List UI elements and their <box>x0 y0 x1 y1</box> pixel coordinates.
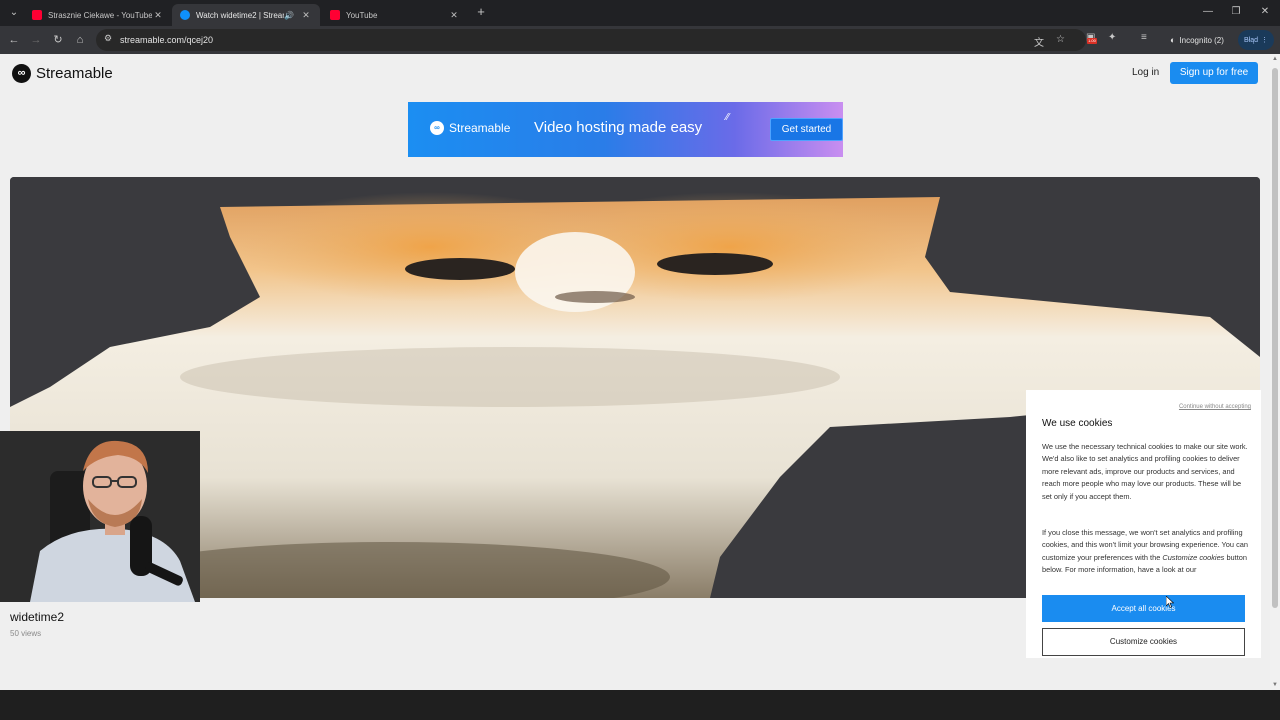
streamable-icon <box>180 10 190 20</box>
address-bar[interactable]: ⚙ streamable.com/qcej20 文 ☆ <box>96 29 1086 51</box>
bookmark-star-icon[interactable]: ☆ <box>1056 34 1065 45</box>
banner-logo: ∞ Streamable <box>430 121 510 135</box>
accept-all-cookies-button[interactable]: Accept all cookies <box>1042 595 1245 622</box>
close-icon[interactable]: ✕ <box>300 10 312 21</box>
ad-banner[interactable]: ∞ Streamable Video hosting made easy ⁄⁄ … <box>408 102 843 157</box>
taskbar-strip <box>0 690 1280 720</box>
tab-strip: ⌄ Strasznie Ciekawe - YouTube ✕ Watch wi… <box>0 0 1280 26</box>
home-icon[interactable]: ⌂ <box>72 32 88 48</box>
banner-logo-text: Streamable <box>449 121 511 135</box>
error-label: Błąd <box>1243 36 1258 44</box>
tab-youtube[interactable]: YouTube ✕ <box>322 4 468 26</box>
new-tab-button[interactable]: + <box>474 5 488 19</box>
tab-title: Strasznie Ciekawe - YouTube <box>48 10 152 20</box>
forward-icon[interactable]: → <box>28 32 44 48</box>
tab-watch-widetime2[interactable]: Watch widetime2 | Streamab 🔊 ✕ <box>172 4 320 26</box>
incognito-label: Incognito (2) <box>1179 35 1224 45</box>
minimize-icon[interactable]: — <box>1198 4 1218 20</box>
close-icon[interactable]: ✕ <box>448 10 460 21</box>
youtube-icon <box>32 10 42 20</box>
tab-strasznie-ciekawe[interactable]: Strasznie Ciekawe - YouTube ✕ <box>24 4 172 26</box>
more-vert-icon: ⋮ <box>1261 37 1268 44</box>
streamable-logo-icon: ∞ <box>430 121 444 135</box>
webpage: ∞ Streamable Log in Sign up for free ∞ S… <box>0 54 1270 690</box>
video-title: widetime2 <box>10 610 65 624</box>
mouse-cursor-icon <box>1166 596 1174 608</box>
logo-text: Streamable <box>36 65 113 82</box>
profile-error-button[interactable]: Błąd ⋮ <box>1238 30 1274 50</box>
scroll-up-icon[interactable]: ▲ <box>1270 54 1280 64</box>
extension-badge: 1.00 <box>1087 38 1097 44</box>
restore-icon[interactable]: ❐ <box>1226 4 1246 20</box>
continue-without-accepting-link[interactable]: Continue without accepting <box>1179 404 1251 410</box>
reload-icon[interactable]: ↻ <box>50 32 66 48</box>
extensions-puzzle-icon[interactable]: ✦ <box>1108 32 1116 43</box>
page-scrollbar[interactable]: ▲ ▼ <box>1270 54 1280 690</box>
customize-cookies-button[interactable]: Customize cookies <box>1042 628 1245 656</box>
close-icon[interactable]: ✕ <box>152 10 164 21</box>
tab-search-chevron-icon[interactable]: ⌄ <box>6 5 22 21</box>
back-icon[interactable]: ← <box>6 32 22 48</box>
login-link[interactable]: Log in <box>1132 67 1159 78</box>
scroll-down-icon[interactable]: ▼ <box>1270 680 1280 690</box>
customize-cookies-emphasis: Customize cookies <box>1162 552 1225 562</box>
site-info-icon[interactable]: ⚙ <box>104 33 112 44</box>
media-controls-icon[interactable]: ≡ <box>1141 32 1147 43</box>
cookie-description: We use the necessary technical cookies t… <box>1042 442 1248 501</box>
get-started-button[interactable]: Get started <box>770 118 843 141</box>
tab-title: YouTube <box>346 10 378 20</box>
banner-tagline: Video hosting made easy <box>534 119 703 136</box>
speaker-icon[interactable]: 🔊 <box>284 11 294 20</box>
video-views: 50 views <box>10 629 42 638</box>
tab-title: Watch widetime2 | Streamab <box>196 10 284 20</box>
translate-icon[interactable]: 文 <box>1034 34 1044 49</box>
cookie-title: We use cookies <box>1042 418 1113 429</box>
youtube-icon <box>330 10 340 20</box>
signup-button[interactable]: Sign up for free <box>1170 62 1258 84</box>
sparkle-icon: ⁄⁄ <box>726 112 730 123</box>
incognito-icon: ◐ <box>1170 35 1176 45</box>
streamable-logo-icon: ∞ <box>12 64 31 83</box>
scroll-thumb[interactable] <box>1272 68 1278 608</box>
incognito-indicator[interactable]: ◐ Incognito (2) <box>1164 30 1230 50</box>
url-text: streamable.com/qcej20 <box>120 35 214 45</box>
cookie-consent-panel: Continue without accepting We use cookie… <box>1026 390 1261 658</box>
webcam-overlay <box>0 431 200 602</box>
streamable-logo[interactable]: ∞ Streamable <box>12 64 113 83</box>
window-close-icon[interactable]: ✕ <box>1255 4 1275 20</box>
streamer-image <box>0 431 200 602</box>
cookie-description-2: If you close this message, we won't set … <box>1042 527 1250 577</box>
